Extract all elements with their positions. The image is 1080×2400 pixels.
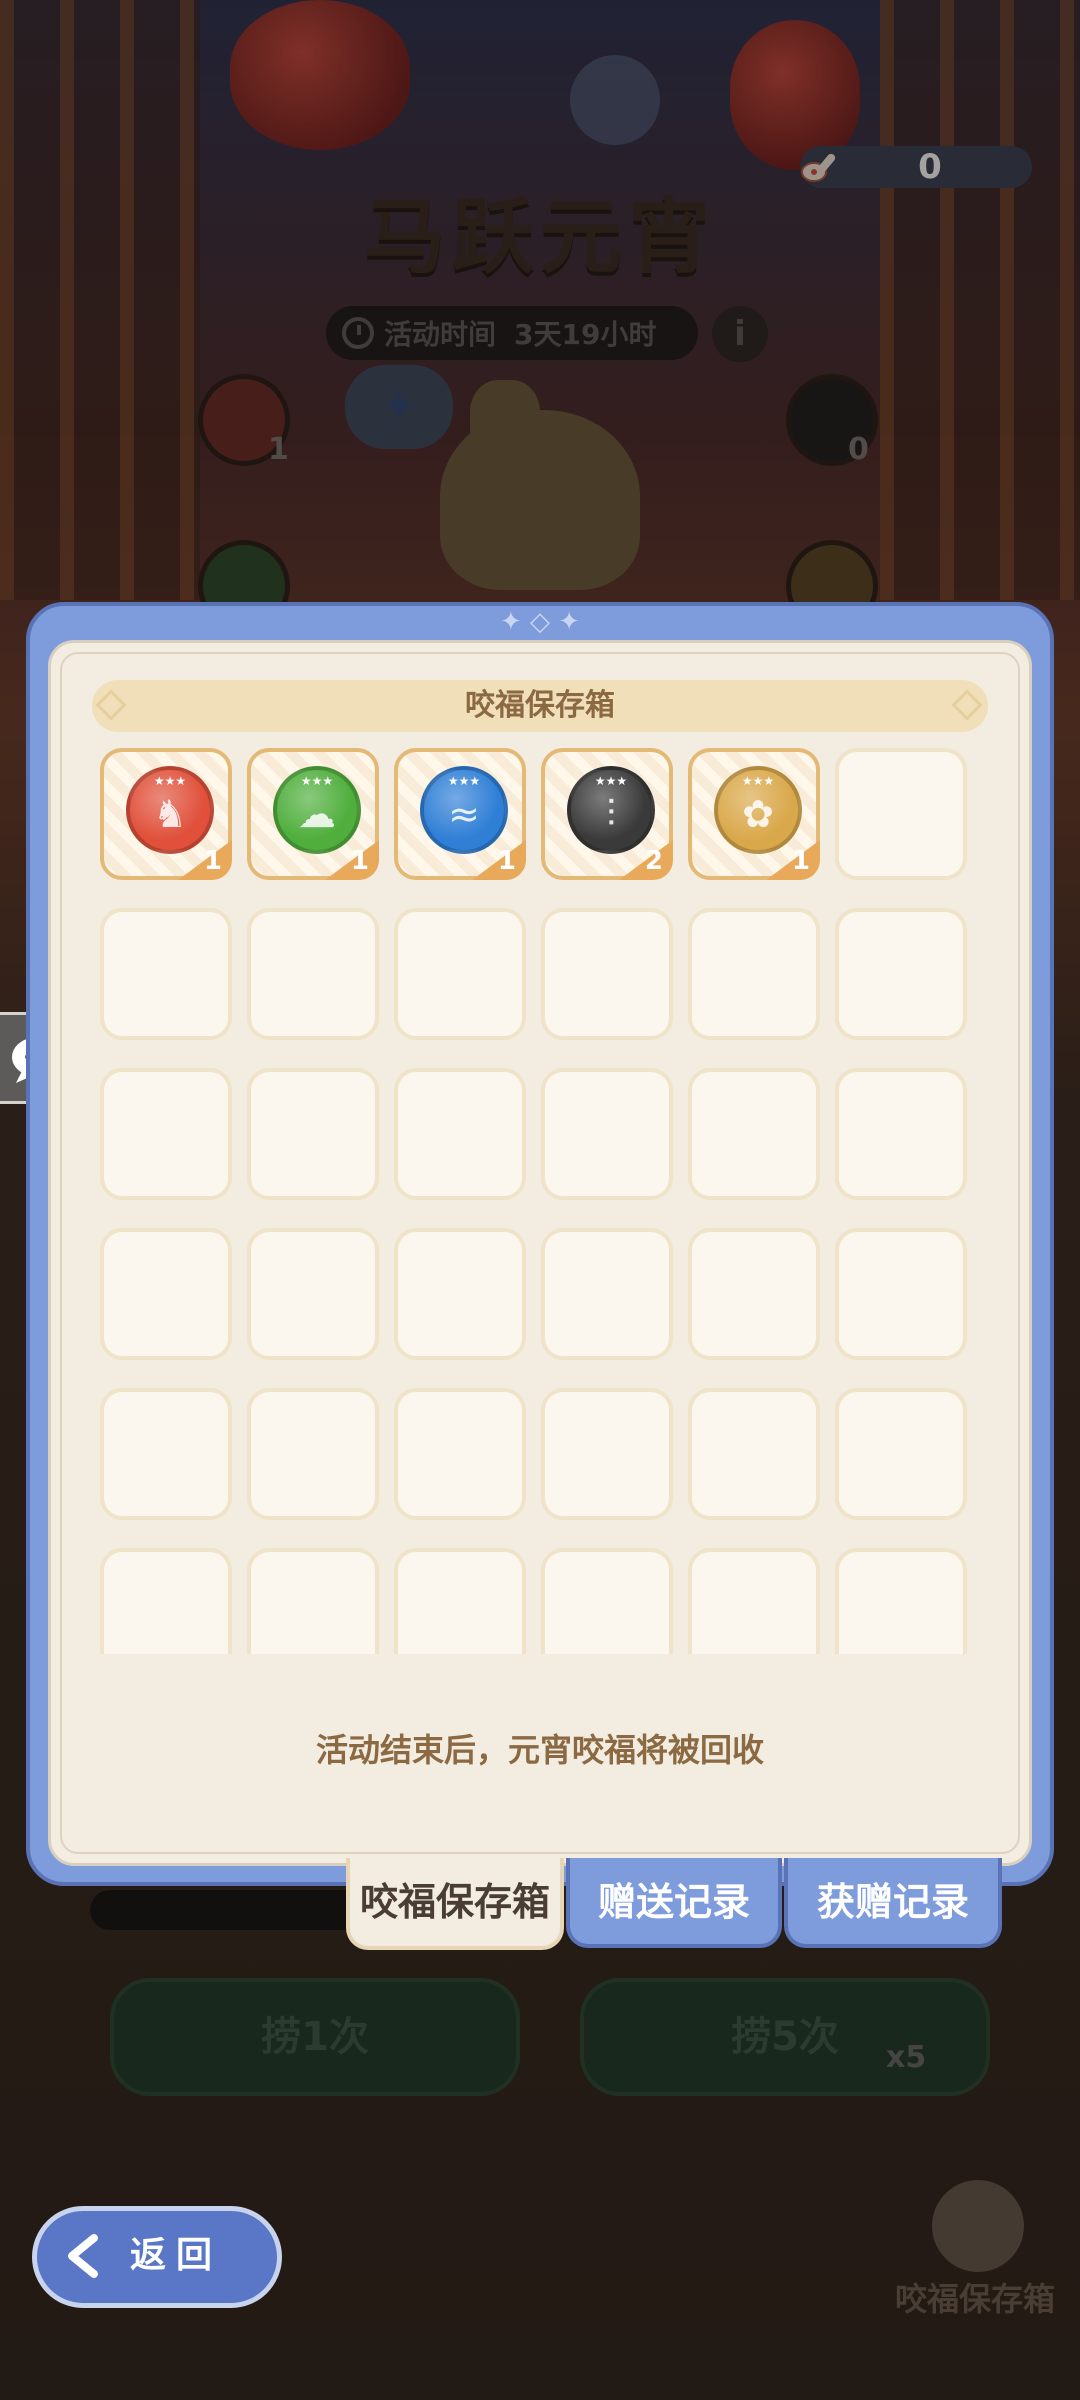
inventory-slot-empty[interactable]	[835, 908, 967, 1040]
modal-top-ornament: ✦ ◇ ✦	[499, 607, 581, 637]
inventory-slot-empty[interactable]	[688, 1068, 820, 1200]
stars-icon: ★★★	[300, 774, 334, 788]
inventory-slot-empty[interactable]	[541, 1228, 673, 1360]
tab-gift-sent[interactable]: 赠送记录	[566, 1858, 782, 1948]
inventory-slot-green-cloud-token[interactable]: ★★★ ☁ 1	[247, 748, 379, 880]
inventory-slot-empty[interactable]	[247, 908, 379, 1040]
inventory-slot-empty[interactable]	[394, 1388, 526, 1520]
inventory-slot-empty[interactable]	[394, 1228, 526, 1360]
inventory-slot-empty[interactable]	[394, 908, 526, 1040]
back-arrow-icon	[68, 2234, 98, 2278]
inventory-slot-empty[interactable]	[688, 1388, 820, 1520]
savebox-entry-label: 咬福保存箱	[894, 2280, 1055, 2318]
inventory-slot-empty[interactable]	[394, 1548, 526, 1654]
item-quantity: 1	[350, 846, 369, 876]
inventory-slot-black-bamboo-token[interactable]: ★★★ ⫶ 2	[541, 748, 673, 880]
inventory-slot-empty[interactable]	[100, 1548, 232, 1654]
token-emblem-icon: ☁	[298, 792, 336, 836]
token-emblem-icon: ≈	[448, 792, 480, 836]
token-emblem-icon: ⫶	[606, 792, 616, 836]
inventory-slot-empty[interactable]	[541, 1548, 673, 1654]
item-quantity: 2	[644, 846, 663, 876]
green-cloud-token-icon: ★★★ ☁	[273, 766, 361, 854]
stars-icon: ★★★	[447, 774, 481, 788]
stars-icon: ★★★	[741, 774, 775, 788]
inventory-slot-empty[interactable]	[688, 1228, 820, 1360]
inventory-slot-empty[interactable]	[541, 1068, 673, 1200]
inventory-slot-empty[interactable]	[835, 1388, 967, 1520]
inventory-slot-empty[interactable]	[247, 1228, 379, 1360]
inventory-slot-empty[interactable]	[835, 1068, 967, 1200]
token-emblem-icon: ♞	[152, 792, 188, 836]
inventory-slot-empty[interactable]	[100, 1068, 232, 1200]
red-horse-token-icon: ★★★ ♞	[126, 766, 214, 854]
item-quantity: 1	[497, 846, 516, 876]
item-quantity: 1	[791, 846, 810, 876]
tab-gift-received[interactable]: 获赠记录	[784, 1858, 1002, 1948]
gold-wheat-token-icon: ★★★ ✿	[714, 766, 802, 854]
tab-savebox[interactable]: 咬福保存箱	[346, 1858, 564, 1950]
black-bamboo-token-icon: ★★★ ⫶	[567, 766, 655, 854]
inventory-slot-empty[interactable]	[247, 1068, 379, 1200]
inventory-slot-empty[interactable]	[100, 1228, 232, 1360]
savebox-grid[interactable]: ★★★ ♞ 1 ★★★ ☁ 1 ★★★ ≈1 ★★★ ⫶ 2 ★★★ ✿ 1	[100, 748, 986, 1654]
inventory-slot-empty[interactable]	[100, 908, 232, 1040]
recycle-note: 活动结束后，元宵咬福将被回收	[315, 1731, 764, 1769]
stars-icon: ★★★	[594, 774, 628, 788]
inventory-slot-empty[interactable]	[247, 1548, 379, 1654]
inventory-slot-empty[interactable]	[835, 1548, 967, 1654]
inventory-slot-empty[interactable]	[835, 1228, 967, 1360]
inventory-slot-empty[interactable]	[688, 1548, 820, 1654]
token-emblem-icon: ✿	[742, 792, 774, 836]
inventory-slot-red-horse-token[interactable]: ★★★ ♞ 1	[100, 748, 232, 880]
blue-wave-token-icon: ★★★ ≈	[420, 766, 508, 854]
bowl-icon	[932, 2180, 1024, 2272]
inventory-slot-empty[interactable]	[541, 908, 673, 1040]
inventory-slot-empty[interactable]	[835, 748, 967, 880]
inventory-slot-empty[interactable]	[100, 1388, 232, 1520]
savebox-title: 咬福保存箱	[92, 680, 988, 732]
inventory-slot-gold-wheat-token[interactable]: ★★★ ✿ 1	[688, 748, 820, 880]
inventory-slot-empty[interactable]	[247, 1388, 379, 1520]
inventory-slot-blue-wave-token[interactable]: ★★★ ≈1	[394, 748, 526, 880]
back-label: 返回	[130, 2235, 223, 2276]
item-quantity: 1	[203, 846, 222, 876]
savebox-entry-button[interactable]: 咬福保存箱	[890, 2180, 1060, 2390]
inventory-slot-empty[interactable]	[688, 908, 820, 1040]
inventory-slot-empty[interactable]	[541, 1388, 673, 1520]
inventory-slot-empty[interactable]	[394, 1068, 526, 1200]
stars-icon: ★★★	[153, 774, 187, 788]
